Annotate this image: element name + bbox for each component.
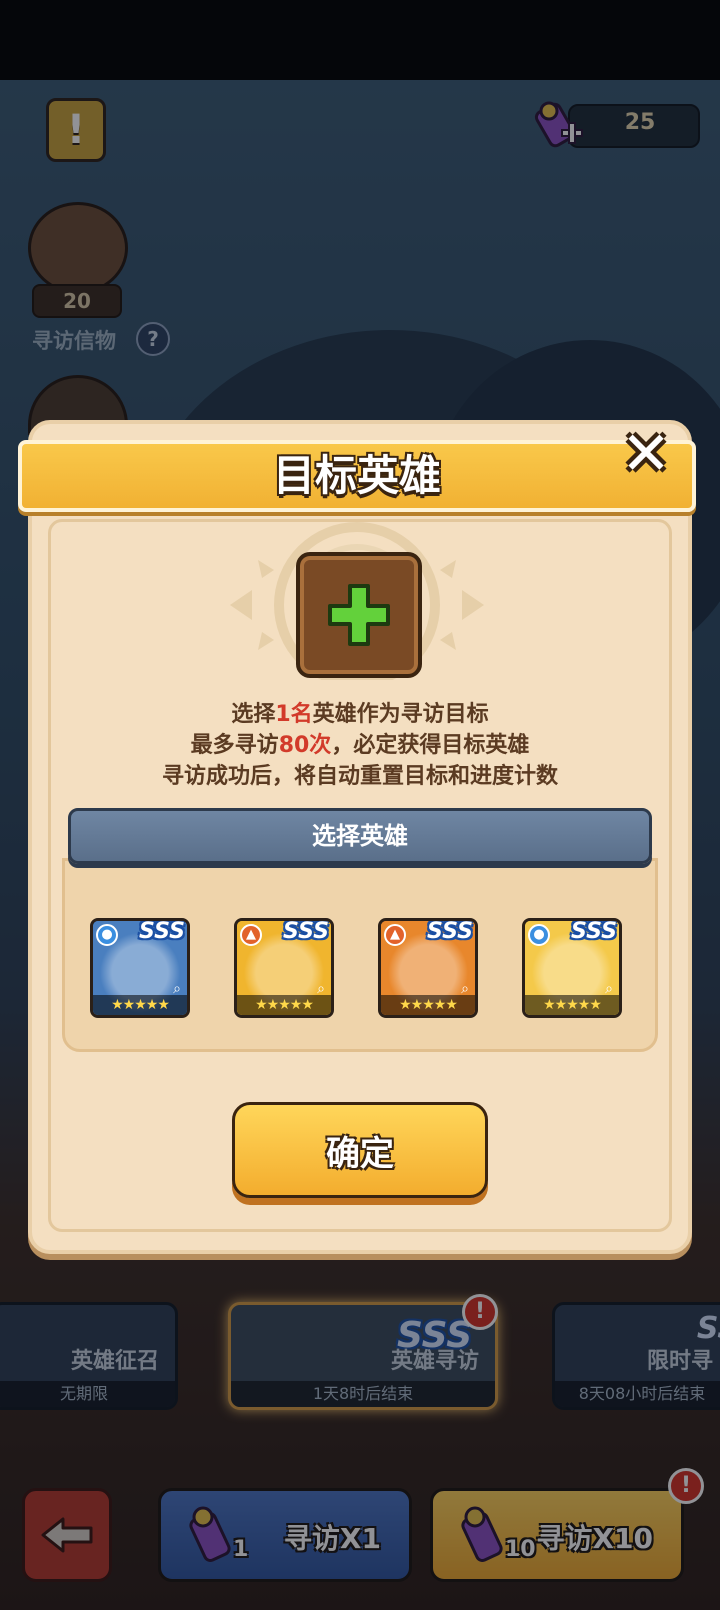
desc-text: 选择 — [231, 702, 276, 727]
hero-stars: ★★★★★ — [525, 995, 619, 1015]
hero-rank: SSS — [139, 919, 185, 944]
description-line-3: 寻访成功后，将自动重置目标和进度计数 — [161, 764, 558, 789]
fire-element-icon: ▲ — [240, 924, 262, 946]
desc-text: ，必定获得目标英雄 — [331, 733, 530, 758]
desc-highlight: 1名 — [275, 702, 313, 727]
description-line-2: 最多寻访80次，必定获得目标英雄 — [28, 727, 692, 759]
hero-rank: SSS — [571, 919, 617, 944]
hero-card[interactable]: ▲ SSS ⌕ ★★★★★ — [378, 918, 478, 1018]
fire-element-icon: ▲ — [384, 924, 406, 946]
desc-text: 英雄作为寻访目标 — [312, 702, 489, 727]
hero-card[interactable]: ● SSS ⌕ ★★★★★ — [522, 918, 622, 1018]
hero-stars: ★★★★★ — [93, 995, 187, 1015]
dialog-title: 目标英雄 — [272, 451, 441, 500]
close-button[interactable]: ✕ — [614, 422, 678, 486]
add-target-hero-button[interactable] — [296, 552, 422, 678]
water-element-icon: ● — [96, 924, 118, 946]
hero-card[interactable]: ● SSS ⌕ ★★★★★ — [90, 918, 190, 1018]
confirm-button[interactable]: 确定 — [232, 1102, 488, 1198]
hero-card[interactable]: ▲ SSS ⌕ ★★★★★ — [234, 918, 334, 1018]
water-element-icon: ● — [528, 924, 550, 946]
hero-rank: SSS — [427, 919, 473, 944]
select-hero-header: 选择英雄 — [68, 808, 652, 864]
hero-stars: ★★★★★ — [237, 995, 331, 1015]
hero-rank: SSS — [283, 919, 329, 944]
hero-stars: ★★★★★ — [381, 995, 475, 1015]
desc-text: 最多寻访 — [190, 733, 279, 758]
desc-highlight: 80次 — [278, 733, 332, 758]
description-line-1: 选择1名英雄作为寻访目标 — [28, 696, 692, 728]
plus-icon — [328, 584, 390, 646]
